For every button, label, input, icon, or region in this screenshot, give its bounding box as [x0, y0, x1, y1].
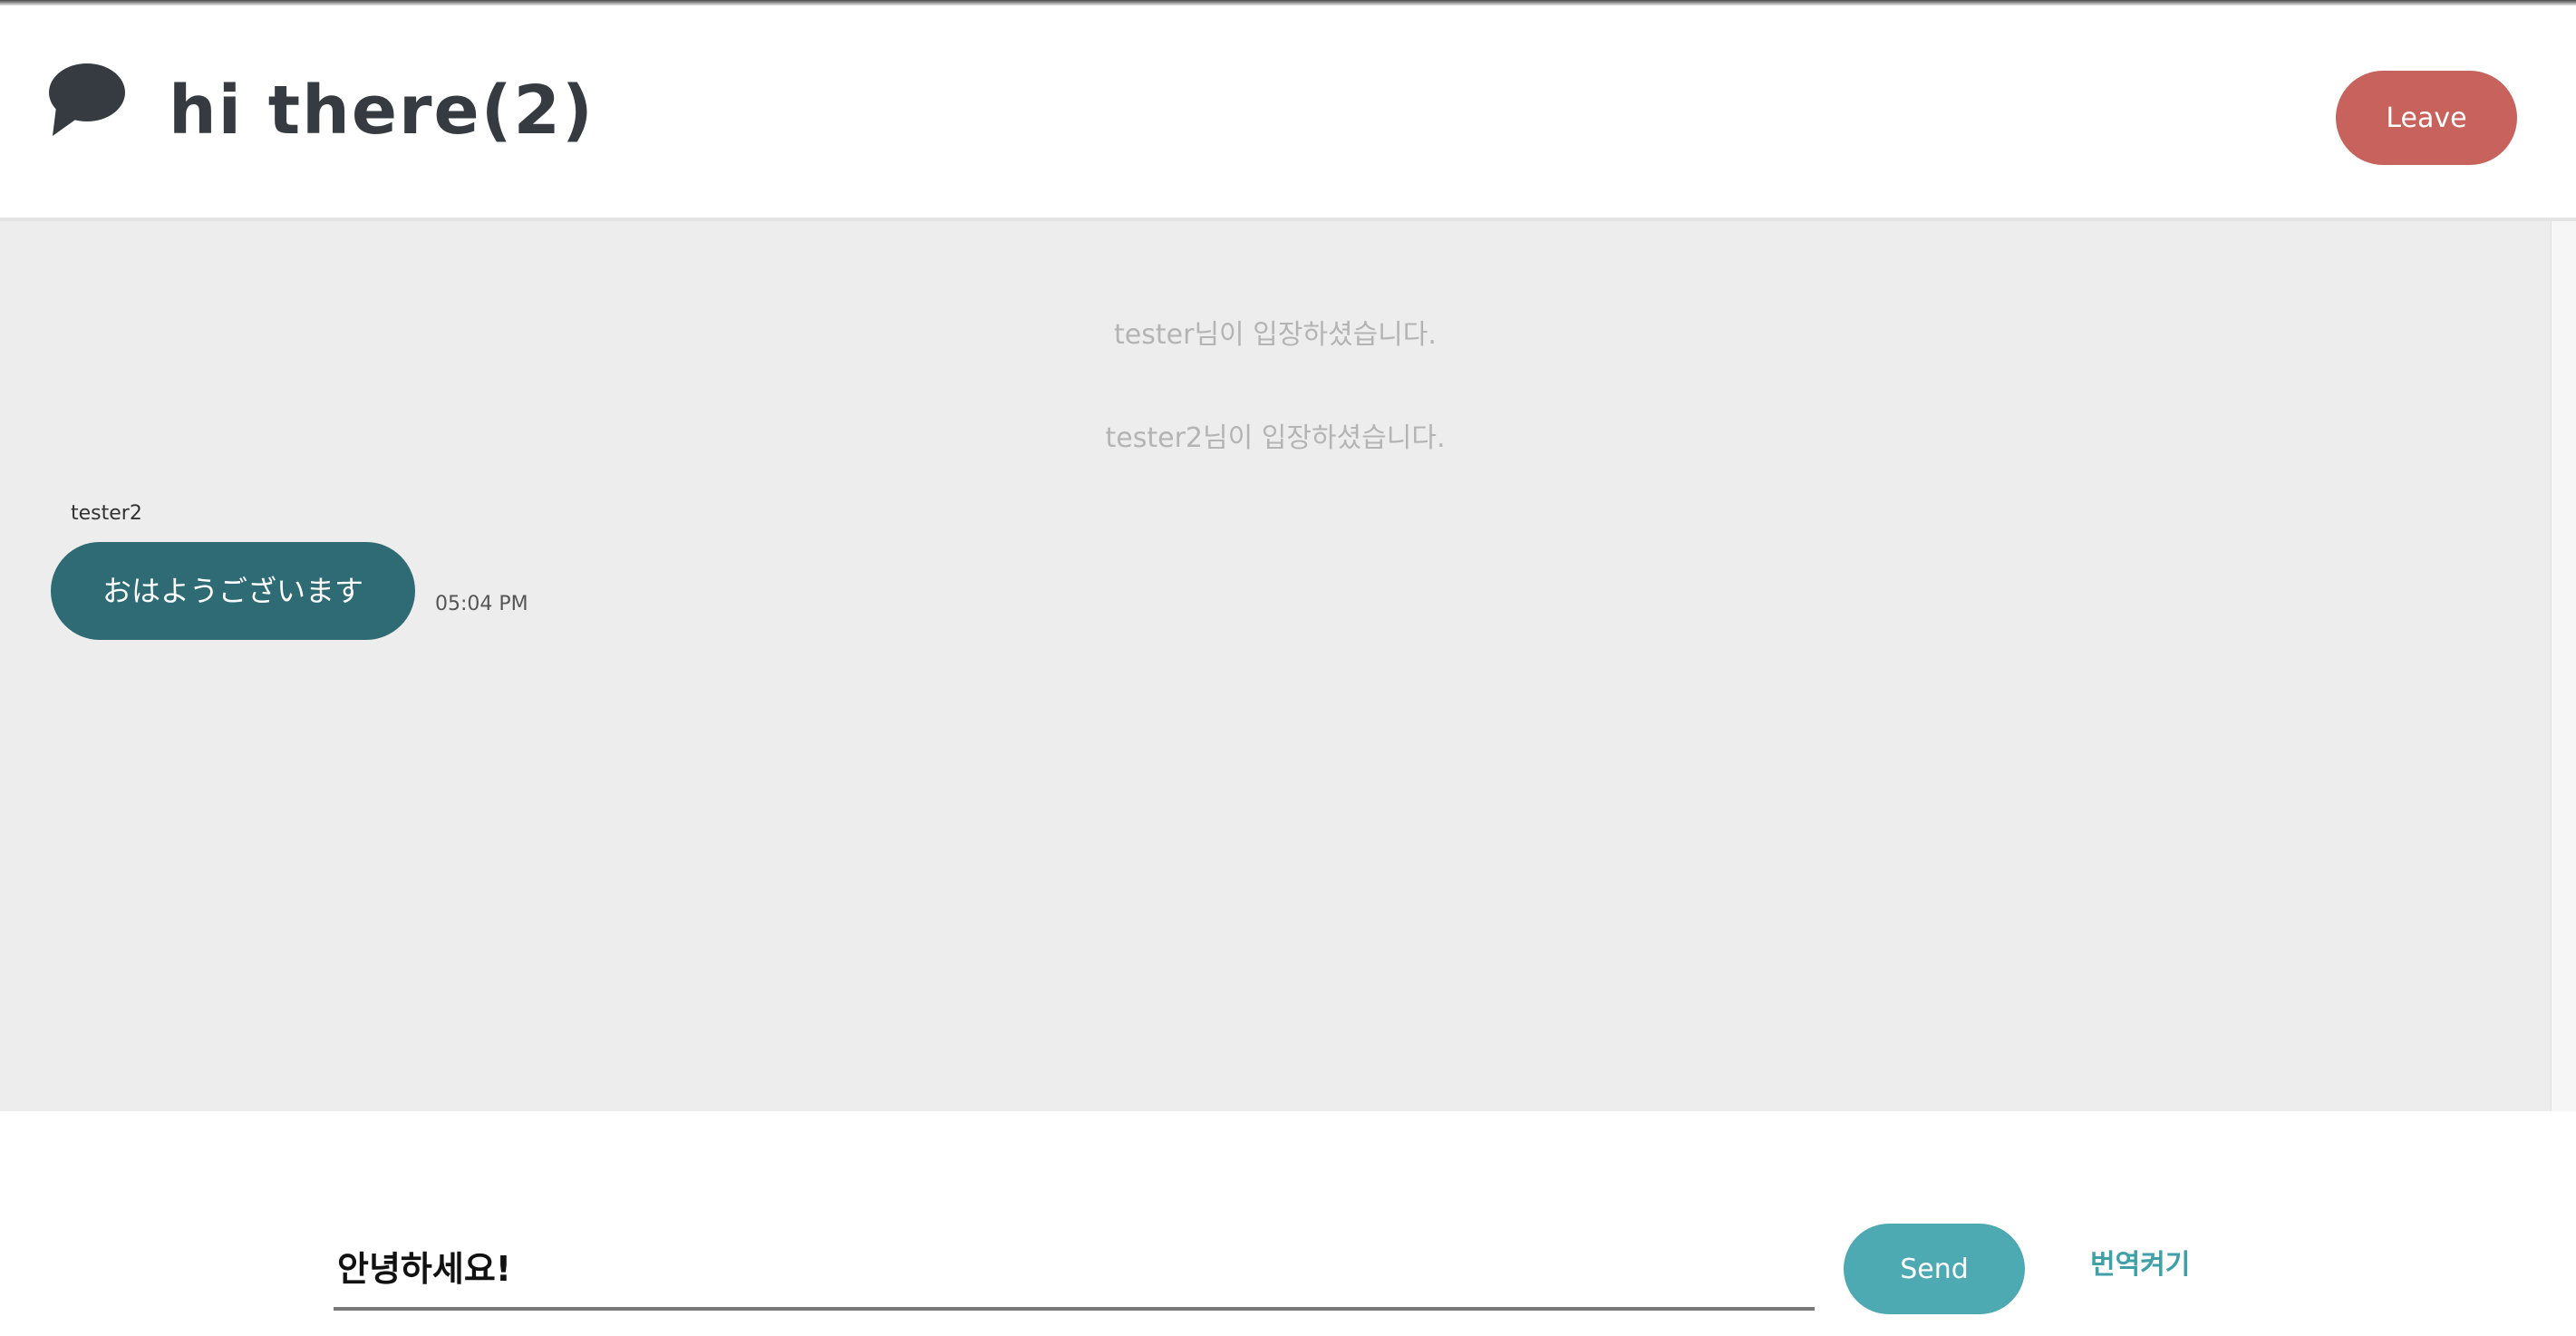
- message-sender-name: tester2: [71, 502, 142, 525]
- chat-header: hi there(2) Leave: [0, 5, 2576, 218]
- message-bubble: おはようございます: [51, 542, 415, 640]
- message-input[interactable]: [334, 1224, 1815, 1311]
- chat-room-page: hi there(2) Leave tester님이 입장하셨습니다. test…: [0, 0, 2576, 1336]
- translate-toggle[interactable]: 번역켜기: [2090, 1244, 2190, 1287]
- message-time: 05:04 PM: [435, 593, 528, 615]
- send-button[interactable]: Send: [1844, 1224, 2025, 1314]
- system-message: tester님이 입장하셨습니다.: [1114, 319, 1437, 351]
- system-message: tester2님이 입장하셨습니다.: [1105, 422, 1446, 454]
- room-title: hi there(2): [169, 72, 595, 150]
- speech-bubble-icon: [49, 63, 125, 136]
- chat-scrollbar[interactable]: [2551, 221, 2576, 1111]
- chat-messages-area[interactable]: tester님이 입장하셨습니다. tester2님이 입장하셨습니다.: [0, 221, 2551, 1111]
- leave-button[interactable]: Leave: [2336, 71, 2517, 165]
